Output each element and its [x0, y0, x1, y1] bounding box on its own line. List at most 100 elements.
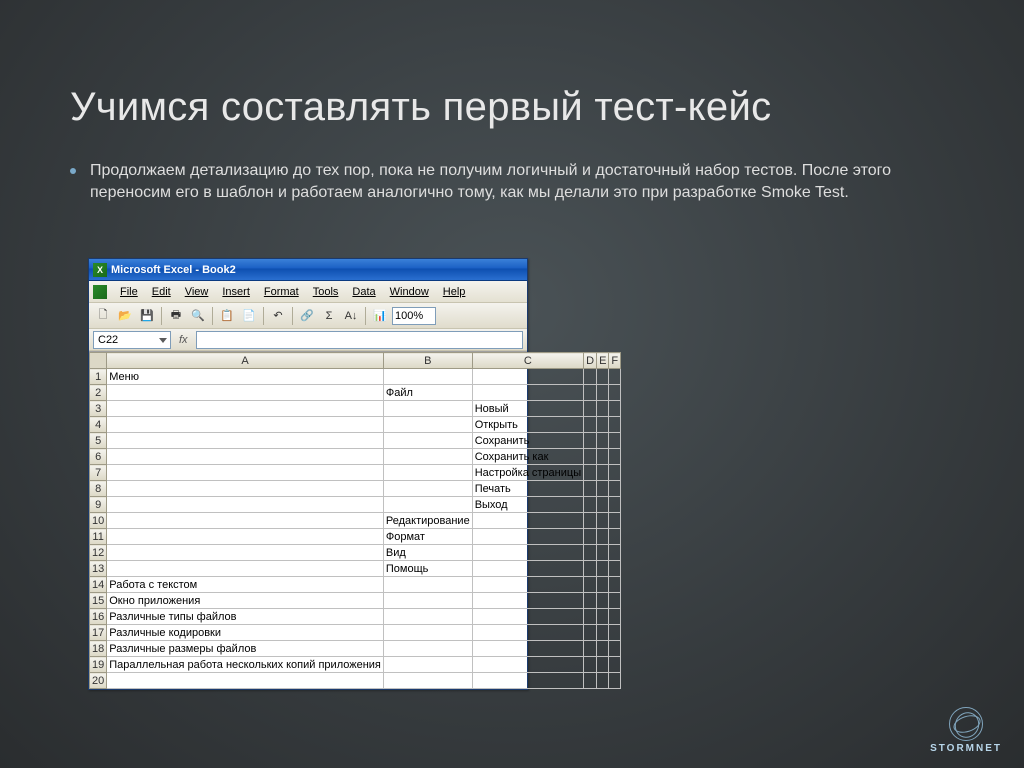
cell[interactable] [597, 593, 609, 609]
chart-icon[interactable]: 📊 [370, 306, 390, 326]
paste-icon[interactable]: 📄 [239, 306, 259, 326]
cell[interactable] [472, 545, 583, 561]
cell[interactable] [383, 481, 472, 497]
cell[interactable] [472, 577, 583, 593]
cell[interactable]: Работа с текстом [107, 577, 384, 593]
cell[interactable] [597, 545, 609, 561]
cell[interactable] [383, 641, 472, 657]
menu-edit[interactable]: Edit [145, 284, 178, 300]
menu-format[interactable]: Format [257, 284, 306, 300]
cell[interactable] [107, 385, 384, 401]
col-header-B[interactable]: B [383, 353, 472, 369]
row-header[interactable]: 15 [90, 593, 107, 609]
menu-window[interactable]: Window [383, 284, 436, 300]
cell[interactable] [609, 545, 621, 561]
cell[interactable] [609, 433, 621, 449]
row-header[interactable]: 5 [90, 433, 107, 449]
menu-file[interactable]: File [113, 284, 145, 300]
cell[interactable] [597, 481, 609, 497]
cell[interactable] [597, 465, 609, 481]
table-row[interactable]: 12Вид [90, 545, 621, 561]
cell[interactable] [609, 401, 621, 417]
table-row[interactable]: 14Работа с текстом [90, 577, 621, 593]
cell[interactable]: Меню [107, 369, 384, 385]
table-row[interactable]: 1Меню [90, 369, 621, 385]
row-header[interactable]: 20 [90, 673, 107, 689]
new-doc-icon[interactable]: 🗋 [93, 306, 113, 326]
cell[interactable]: Файл [383, 385, 472, 401]
print-preview-icon[interactable]: 🔍 [188, 306, 208, 326]
cell[interactable] [107, 529, 384, 545]
worksheet[interactable]: A B C D E F 1Меню2Файл3Новый4Открыть5Сох… [89, 351, 527, 689]
cell[interactable]: Различные типы файлов [107, 609, 384, 625]
table-row[interactable]: 8 Печать [90, 481, 621, 497]
cell[interactable] [584, 625, 597, 641]
menu-tools[interactable]: Tools [306, 284, 346, 300]
cell[interactable] [584, 449, 597, 465]
col-header-C[interactable]: C [472, 353, 583, 369]
cell[interactable]: Формат [383, 529, 472, 545]
cell[interactable] [383, 657, 472, 673]
cell[interactable] [597, 417, 609, 433]
save-icon[interactable]: 💾 [137, 306, 157, 326]
cell[interactable] [597, 385, 609, 401]
table-row[interactable]: 20 [90, 673, 621, 689]
cell[interactable] [107, 417, 384, 433]
cell[interactable]: Помощь [383, 561, 472, 577]
cell[interactable] [472, 593, 583, 609]
cell[interactable] [584, 609, 597, 625]
row-header[interactable]: 11 [90, 529, 107, 545]
cell[interactable] [609, 641, 621, 657]
cell[interactable] [597, 577, 609, 593]
cell[interactable] [383, 673, 472, 689]
cell[interactable] [609, 369, 621, 385]
cell[interactable] [609, 449, 621, 465]
cell[interactable] [597, 449, 609, 465]
col-header-A[interactable]: A [107, 353, 384, 369]
row-header[interactable]: 9 [90, 497, 107, 513]
cell[interactable]: Печать [472, 481, 583, 497]
row-header[interactable]: 13 [90, 561, 107, 577]
col-header-D[interactable]: D [584, 353, 597, 369]
col-header-F[interactable]: F [609, 353, 621, 369]
menu-help[interactable]: Help [436, 284, 473, 300]
cell[interactable]: Настройка страницы [472, 465, 583, 481]
cell[interactable] [584, 497, 597, 513]
cell[interactable] [584, 673, 597, 689]
col-header-E[interactable]: E [597, 353, 609, 369]
row-header[interactable]: 2 [90, 385, 107, 401]
cell[interactable] [609, 625, 621, 641]
row-header[interactable]: 1 [90, 369, 107, 385]
cell[interactable]: Открыть [472, 417, 583, 433]
table-row[interactable]: 9 Выход [90, 497, 621, 513]
row-header[interactable]: 6 [90, 449, 107, 465]
cell[interactable] [584, 433, 597, 449]
menu-data[interactable]: Data [345, 284, 382, 300]
select-all-corner[interactable] [90, 353, 107, 369]
cell[interactable] [597, 657, 609, 673]
undo-icon[interactable]: ↶ [268, 306, 288, 326]
cell[interactable] [472, 641, 583, 657]
cell[interactable] [383, 593, 472, 609]
cell[interactable] [584, 577, 597, 593]
row-header[interactable]: 10 [90, 513, 107, 529]
menu-insert[interactable]: Insert [215, 284, 257, 300]
cell[interactable] [472, 385, 583, 401]
row-header[interactable]: 14 [90, 577, 107, 593]
cell[interactable]: Различные размеры файлов [107, 641, 384, 657]
row-header[interactable]: 8 [90, 481, 107, 497]
cell[interactable] [107, 433, 384, 449]
cell[interactable] [609, 385, 621, 401]
cell[interactable] [383, 369, 472, 385]
cell[interactable] [107, 497, 384, 513]
cell[interactable] [609, 417, 621, 433]
cell[interactable] [584, 641, 597, 657]
table-row[interactable]: 18Различные размеры файлов [90, 641, 621, 657]
table-row[interactable]: 3Новый [90, 401, 621, 417]
table-row[interactable]: 13 Помощь [90, 561, 621, 577]
cell[interactable] [383, 609, 472, 625]
cell[interactable]: Выход [472, 497, 583, 513]
cell[interactable] [383, 417, 472, 433]
cell[interactable] [472, 513, 583, 529]
cell[interactable] [584, 369, 597, 385]
